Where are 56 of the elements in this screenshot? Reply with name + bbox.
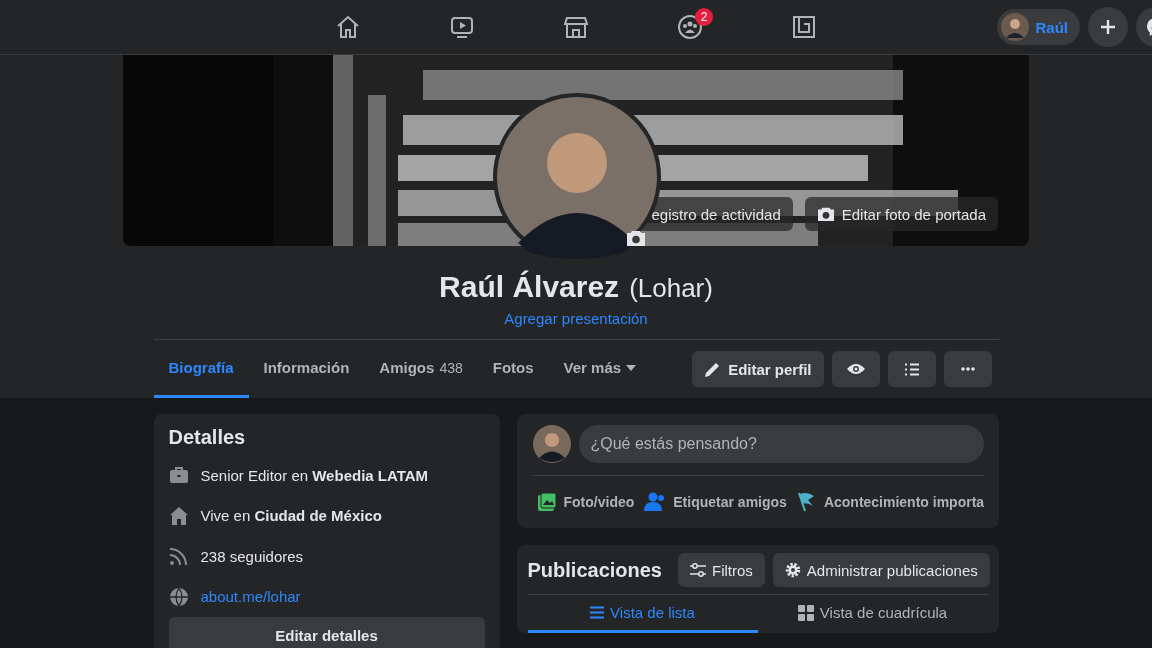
view-tab[interactable]: Vista de cuadrícula: [757, 595, 988, 633]
pencil-icon: [704, 360, 722, 378]
gaming-icon: [791, 14, 817, 40]
card-title: Detalles: [168, 426, 247, 449]
edit-details-button[interactable]: Editar detalles: [168, 617, 485, 648]
create-button[interactable]: [1088, 7, 1128, 47]
view-button[interactable]: [831, 351, 880, 387]
camera-icon: [626, 229, 646, 247]
detail-text: Senior Editor en Webedia LATAM: [200, 466, 429, 484]
profile-tab[interactable]: Fotos: [477, 340, 549, 398]
profile-tab[interactable]: Biografía: [153, 340, 249, 398]
edit-profile-button[interactable]: Editar perfil: [692, 351, 824, 387]
grid-icon: [797, 604, 814, 621]
home-icon: [335, 14, 361, 40]
nav-tab[interactable]: 2: [662, 4, 718, 50]
detail-text: Vive en Ciudad de México: [200, 507, 382, 525]
house-icon: [168, 505, 189, 526]
cover-button[interactable]: egistro de actividad: [639, 197, 793, 231]
composer-action[interactable]: Etiquetar amigos: [640, 484, 791, 520]
posts-button[interactable]: Filtros: [678, 553, 765, 587]
more-icon: [960, 367, 975, 371]
list-icon: [904, 362, 919, 376]
eye-icon: [846, 363, 865, 375]
list-icon: [590, 606, 605, 619]
composer-action[interactable]: Acontecimiento importa: [792, 484, 989, 520]
website-link[interactable]: about.me/lohar: [200, 588, 301, 606]
camera-icon: [816, 206, 835, 222]
view-tab[interactable]: Vista de lista: [527, 595, 758, 633]
list-button[interactable]: [887, 351, 936, 387]
sliders-icon: [690, 563, 706, 577]
group-icon: [677, 14, 703, 40]
add-bio-link[interactable]: Agregar presentación: [504, 310, 648, 327]
avatar-icon: [1001, 13, 1030, 41]
alternate-name: (Lohar): [629, 273, 713, 304]
card-title: Publicaciones: [527, 558, 662, 582]
rss-icon: [168, 546, 189, 567]
briefcase-icon: [168, 465, 189, 486]
profile-name: Raúl Álvarez: [439, 270, 620, 304]
store-icon: [563, 14, 589, 40]
plus-icon: [1099, 18, 1117, 36]
avatar-icon: [532, 425, 571, 463]
posts-button[interactable]: Administrar publicaciones: [772, 553, 990, 587]
photo-icon: [536, 492, 557, 512]
settings-icon: [784, 562, 801, 578]
video-icon: [449, 14, 475, 40]
detail-text: 238 seguidores: [200, 547, 304, 565]
profile-tab[interactable]: Información: [248, 340, 365, 398]
composer-action[interactable]: Foto/video: [532, 484, 639, 520]
globe-icon: [168, 586, 189, 607]
profile-tab[interactable]: Amigos 438: [364, 340, 478, 398]
cover-button[interactable]: Editar foto de portada: [804, 197, 998, 231]
profile-tab[interactable]: Ver más: [548, 340, 652, 398]
status-input-field[interactable]: ¿Qué estás pensando?: [578, 425, 984, 463]
person-icon: [644, 492, 667, 512]
more-button[interactable]: [943, 351, 992, 387]
notification-badge: 2: [695, 8, 713, 26]
